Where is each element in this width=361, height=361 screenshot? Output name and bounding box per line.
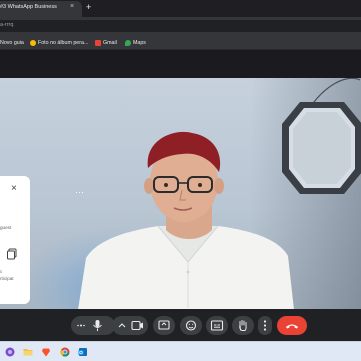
- bookmark-gmail[interactable]: Gmail: [95, 38, 117, 47]
- copy-icon[interactable]: [6, 248, 18, 260]
- gmail-icon: [95, 39, 101, 46]
- tab-close-icon[interactable]: ×: [70, 3, 74, 10]
- panel-text-line: c: [0, 269, 3, 274]
- bookmark-label: Foto no álbum pera...: [38, 39, 89, 46]
- emoji-icon: [185, 320, 197, 331]
- close-icon[interactable]: ×: [11, 183, 17, 194]
- bookmark-foto-album[interactable]: Foto no álbum pera...: [30, 38, 88, 47]
- more-vert-icon: [263, 320, 267, 331]
- hand-icon: [239, 320, 247, 331]
- meeting-header: [0, 50, 361, 78]
- hang-up-icon: [286, 324, 298, 329]
- more-options-button[interactable]: [258, 316, 272, 335]
- meeting-controls-bar: [0, 309, 361, 341]
- new-tab-button[interactable]: +: [86, 2, 91, 12]
- active-tab[interactable]: #3 WhatsApp Business ×: [0, 1, 82, 17]
- panel-text-line: rticipat: [0, 276, 14, 281]
- screen: { "browser": { "tab_title": "#3 WhatsApp…: [0, 0, 361, 361]
- camera-icon: [118, 320, 143, 331]
- bookmark-label: Gmail: [103, 39, 117, 46]
- bookmark-novo-guia[interactable]: Novo guia: [0, 38, 24, 47]
- outlook-icon[interactable]: [78, 347, 88, 357]
- file-explorer-icon[interactable]: [23, 347, 33, 357]
- start-icon[interactable]: [5, 347, 15, 357]
- panel-text-line: guest: [0, 225, 12, 230]
- bookmark-label: Novo guia: [0, 39, 24, 46]
- tab-strip: #3 WhatsApp Business × +: [0, 0, 361, 17]
- microphone-group: [71, 316, 115, 335]
- bookmark-maps[interactable]: Maps: [125, 38, 146, 47]
- cc-icon: [210, 320, 224, 331]
- brave-icon[interactable]: [41, 347, 51, 357]
- raise-hand-button[interactable]: [232, 316, 254, 335]
- address-bar: a-rrrq: [0, 17, 361, 34]
- photos-icon: [30, 39, 36, 46]
- present-button[interactable]: [153, 316, 175, 335]
- present-icon: [158, 320, 170, 330]
- bookmark-label: Maps: [133, 39, 146, 46]
- camera-button[interactable]: [112, 316, 148, 335]
- omnibox[interactable]: a-rrrq: [0, 20, 361, 32]
- chrome-icon[interactable]: [60, 347, 70, 357]
- bookmarks-bar: Novo guia Foto no álbum pera... Gmail Ma…: [0, 34, 361, 50]
- tab-title: #3 WhatsApp Business: [0, 4, 57, 10]
- captions-toggle-button[interactable]: [206, 316, 228, 335]
- participant-video: [78, 131, 294, 310]
- meeting-details-panel: × guest c rticipat: [0, 176, 30, 304]
- taskbar: [0, 341, 361, 361]
- url-text: a-rrrq: [0, 22, 14, 28]
- maps-icon: [125, 39, 131, 46]
- more-dots-icon[interactable]: ⋯: [75, 187, 84, 198]
- end-call-button[interactable]: [277, 316, 307, 335]
- microphone-icon[interactable]: [71, 316, 115, 335]
- reactions-button[interactable]: [180, 316, 202, 335]
